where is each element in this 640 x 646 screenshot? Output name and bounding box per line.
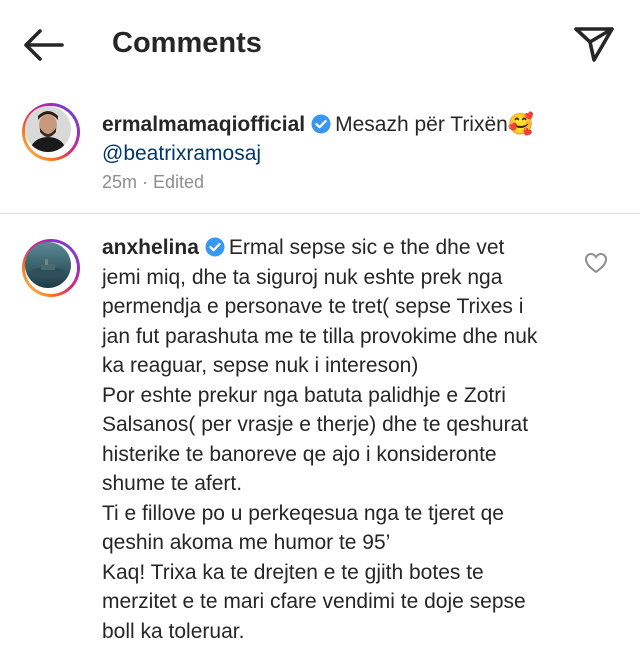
back-arrow-icon[interactable] [20, 26, 66, 64]
comment-body: anxhelina Ermal sepse sic e the dhe vet j… [102, 233, 572, 646]
post-caption: ermalmamaqiofficial Mesazh për Trixën🥰 @b… [102, 110, 622, 168]
comment-line: Ermal sepse sic e the dhe vet [229, 236, 504, 259]
verified-badge-icon [311, 114, 331, 134]
caption-edited: Edited [153, 172, 204, 192]
comment-username[interactable]: anxhelina [102, 236, 199, 259]
comment-line: qeshin akoma me humor te 95’ [102, 528, 572, 558]
comment-line: ka reaguar, sepse nuk i intereson) [102, 351, 572, 381]
divider [0, 213, 640, 214]
comment-line: Salsanos( per vrasje e therje) dhe te qe… [102, 410, 572, 440]
caption-meta: 25m · Edited [102, 172, 204, 193]
comment-line: jan fut parashuta me te tilla provokime … [102, 322, 572, 352]
caption-avatar[interactable] [22, 103, 80, 161]
comment-line: jemi miq, dhe ta siguroj nuk eshte prek … [102, 263, 572, 293]
caption-username[interactable]: ermalmamaqiofficial [102, 113, 305, 136]
caption-avatar-image [25, 106, 71, 152]
top-bar: Comments [0, 0, 640, 88]
comment-line: histerike te banoreve qe ajo i konsidero… [102, 440, 572, 470]
comment-line: Por eshte prekur nga batuta palidhje e Z… [102, 381, 572, 411]
comment-line: merzitet e te mari cfare vendimi te doje… [102, 587, 572, 617]
comment-line: Ti e fillove po u perkeqesua nga te tjer… [102, 499, 572, 529]
comment-avatar[interactable] [22, 239, 80, 297]
comment-line: permendja e personave te tret( sepse Tri… [102, 292, 572, 322]
caption-text: Mesazh për Trixën🥰 [335, 113, 534, 136]
comment-line: Kaq! Trixa ka te drejten e te gjith bote… [102, 558, 572, 588]
caption-mention[interactable]: @beatrixramosaj [102, 142, 261, 165]
caption-time: 25m [102, 172, 137, 192]
comment-line: boll ka toleruar. [102, 617, 572, 646]
verified-badge-icon [205, 237, 225, 257]
like-heart-icon[interactable] [584, 252, 608, 274]
comment-avatar-image [25, 242, 71, 288]
comment-line: shume te afert. [102, 469, 572, 499]
comment-first-line: anxhelina Ermal sepse sic e the dhe vet [102, 233, 572, 263]
page-title: Comments [112, 27, 262, 60]
send-icon[interactable] [570, 22, 618, 66]
